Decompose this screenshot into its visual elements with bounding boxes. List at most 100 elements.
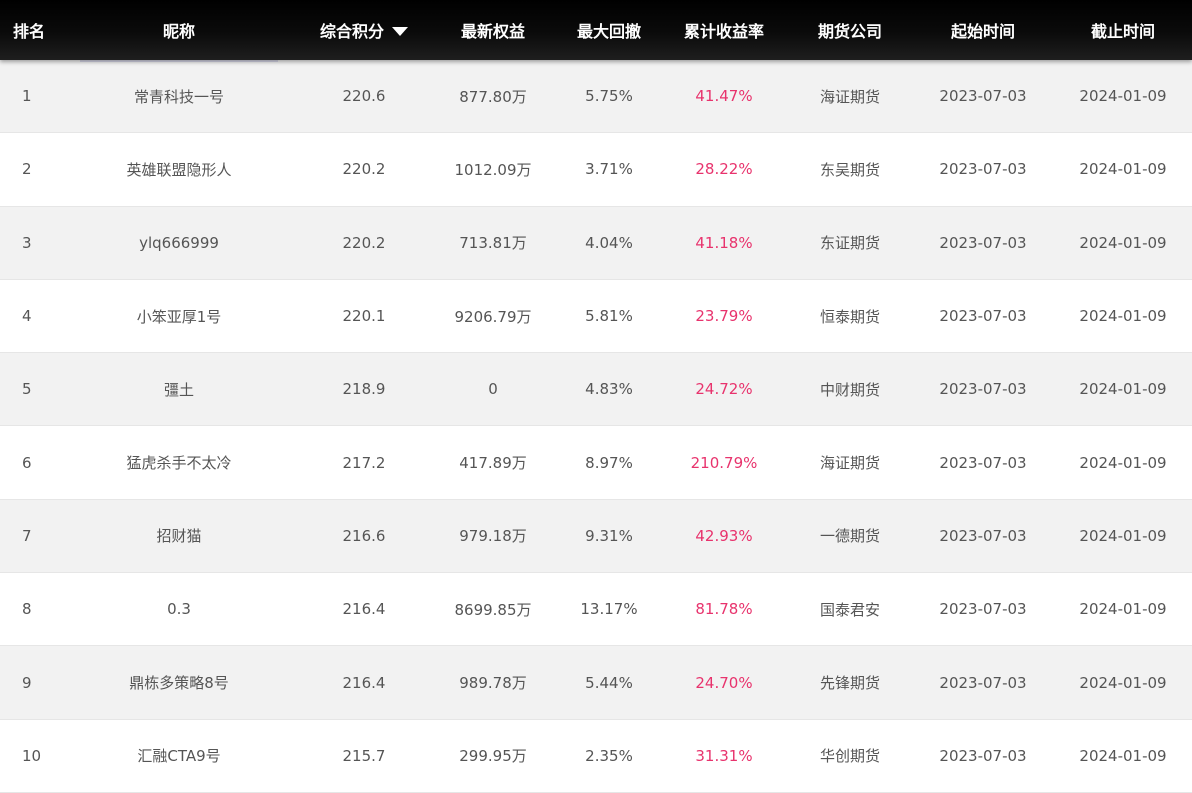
header-end[interactable]: 截止时间	[1054, 18, 1192, 42]
cell-nickname[interactable]: 彊土	[58, 379, 300, 400]
table-row[interactable]: 4 小笨亚厚1号 220.1 9206.79万 5.81% 23.79% 恒泰期货 2023-…	[0, 279, 1192, 354]
cell-return: 42.93%	[695, 526, 753, 545]
cell-company: 东证期货	[819, 234, 880, 253]
cell-start: 2023-07-03	[939, 526, 1027, 545]
cell-equity: 0	[488, 380, 498, 399]
cell-start: 2023-07-03	[939, 673, 1027, 692]
cell-drawdown: 8.97%	[585, 453, 633, 472]
header-nickname[interactable]: 昵称	[58, 18, 300, 42]
cell-company: 海证期货	[819, 454, 880, 473]
cell-equity: 877.80万	[459, 87, 527, 106]
cell-nickname[interactable]: 招财猫	[58, 525, 300, 546]
cell-return: 41.47%	[695, 87, 753, 106]
cell-rank: 5	[22, 380, 32, 399]
table-row[interactable]: 10 汇融CTA9号 215.7 299.95万 2.35% 31.31% 华创期货 2023…	[0, 719, 1192, 793]
cell-nickname[interactable]: 0.3	[58, 600, 300, 618]
cell-drawdown: 3.71%	[585, 160, 633, 179]
header-drawdown[interactable]: 最大回撤	[558, 18, 660, 42]
table-row[interactable]: 1 常青科技一号 220.6 877.80万 5.75% 41.47% 海证期货 2023-0…	[0, 60, 1192, 134]
cell-score: 217.2	[342, 453, 386, 472]
cell-nickname[interactable]: 英雄联盟隐形人	[58, 159, 300, 180]
row-highlight-line	[80, 60, 278, 62]
cell-score: 220.1	[342, 307, 386, 326]
cell-equity: 299.95万	[459, 747, 527, 766]
cell-nickname[interactable]: ylq666999	[58, 234, 300, 252]
cell-drawdown: 9.31%	[585, 526, 633, 545]
cell-return: 81.78%	[695, 600, 753, 619]
table-row[interactable]: 3 ylq666999 220.2 713.81万 4.04% 41.18% 东证期货 202…	[0, 206, 1192, 280]
cell-end: 2024-01-09	[1079, 160, 1167, 179]
cell-end: 2024-01-09	[1079, 453, 1167, 472]
header-end-label: 截止时间	[1090, 22, 1155, 41]
cell-end: 2024-01-09	[1079, 307, 1167, 326]
cell-start: 2023-07-03	[939, 453, 1027, 472]
header-company[interactable]: 期货公司	[788, 18, 912, 42]
header-rank-label: 排名	[12, 22, 45, 41]
header-equity-label: 最新权益	[460, 22, 525, 41]
cell-end: 2024-01-09	[1079, 600, 1167, 619]
cell-end: 2024-01-09	[1079, 526, 1167, 545]
cell-nickname[interactable]: 小笨亚厚1号	[58, 306, 300, 327]
table-row[interactable]: 7 招财猫 216.6 979.18万 9.31% 42.93% 一德期货 2023-07-0…	[0, 499, 1192, 574]
cell-nickname[interactable]: 常青科技一号	[58, 86, 300, 107]
cell-rank: 2	[22, 160, 32, 179]
table-row[interactable]: 5 彊土 218.9 0 4.83% 24.72% 中财期货 2023-07-03 2024-0…	[0, 353, 1192, 427]
table-row[interactable]: 9 鼎栋多策略8号 216.4 989.78万 5.44% 24.70% 先锋期货 2023-…	[0, 646, 1192, 720]
cell-drawdown: 2.35%	[585, 746, 633, 765]
table-row[interactable]: 8 0.3 216.4 8699.85万 13.17% 81.78% 国泰君安 2023-07…	[0, 573, 1192, 647]
cell-company: 华创期货	[819, 747, 880, 766]
header-equity[interactable]: 最新权益	[428, 18, 558, 42]
cell-drawdown: 5.75%	[585, 87, 633, 106]
cell-equity: 713.81万	[459, 234, 527, 253]
cell-start: 2023-07-03	[939, 233, 1027, 252]
cell-company: 中财期货	[819, 380, 880, 399]
header-start[interactable]: 起始时间	[912, 18, 1054, 42]
cell-nickname[interactable]: 鼎栋多策略8号	[58, 672, 300, 693]
table-body: 1 常青科技一号 220.6 877.80万 5.75% 41.47% 海证期货 2023-0…	[0, 60, 1192, 793]
cell-nickname[interactable]: 猛虎杀手不太冷	[58, 452, 300, 473]
table-row[interactable]: 2 英雄联盟隐形人 220.2 1012.09万 3.71% 28.22% 东吴期货 2023…	[0, 133, 1192, 207]
cell-equity: 989.78万	[459, 674, 527, 693]
cell-return: 210.79%	[690, 453, 758, 472]
caret-down-icon[interactable]	[392, 26, 408, 36]
cell-end: 2024-01-09	[1079, 673, 1167, 692]
cell-end: 2024-01-09	[1079, 233, 1167, 252]
cell-return: 23.79%	[695, 307, 753, 326]
cell-start: 2023-07-03	[939, 307, 1027, 326]
cell-return: 28.22%	[695, 160, 753, 179]
cell-score: 216.4	[342, 600, 386, 619]
cell-return: 31.31%	[695, 746, 753, 765]
cell-company: 恒泰期货	[819, 307, 880, 326]
cell-score: 220.6	[342, 87, 386, 106]
cell-return: 24.72%	[695, 380, 753, 399]
header-score[interactable]: 综合积分	[300, 18, 428, 42]
cell-score: 220.2	[342, 233, 386, 252]
table-header: 排名 昵称 综合积分 最新权益 最大回撤 累计收益率 期货公司 起始时间 截止时间	[0, 0, 1192, 60]
cell-start: 2023-07-03	[939, 380, 1027, 399]
header-score-label: 综合积分	[319, 22, 384, 41]
cell-end: 2024-01-09	[1079, 746, 1167, 765]
cell-drawdown: 4.04%	[585, 233, 633, 252]
cell-drawdown: 5.44%	[585, 673, 633, 692]
header-rank[interactable]: 排名	[0, 18, 58, 42]
ranking-table: 排名 昵称 综合积分 最新权益 最大回撤 累计收益率 期货公司 起始时间 截止时间 1 常青科技一…	[0, 0, 1192, 793]
cell-rank: 4	[22, 307, 32, 326]
cell-score: 215.7	[342, 746, 386, 765]
cell-equity: 979.18万	[459, 527, 527, 546]
cell-end: 2024-01-09	[1079, 380, 1167, 399]
cell-start: 2023-07-03	[939, 160, 1027, 179]
cell-nickname[interactable]: 汇融CTA9号	[58, 745, 300, 766]
cell-rank: 3	[22, 233, 32, 252]
header-start-label: 起始时间	[950, 22, 1015, 41]
cell-rank: 9	[22, 673, 32, 692]
cell-return: 24.70%	[695, 673, 753, 692]
cell-rank: 8	[22, 600, 32, 619]
cell-score: 216.6	[342, 526, 386, 545]
cell-company: 先锋期货	[819, 674, 880, 693]
header-company-label: 期货公司	[817, 22, 882, 41]
cell-score: 216.4	[342, 673, 386, 692]
cell-equity: 8699.85万	[454, 600, 532, 619]
cell-rank: 1	[22, 87, 32, 106]
table-row[interactable]: 6 猛虎杀手不太冷 217.2 417.89万 8.97% 210.79% 海证期货 2023…	[0, 426, 1192, 500]
header-return[interactable]: 累计收益率	[660, 18, 788, 42]
